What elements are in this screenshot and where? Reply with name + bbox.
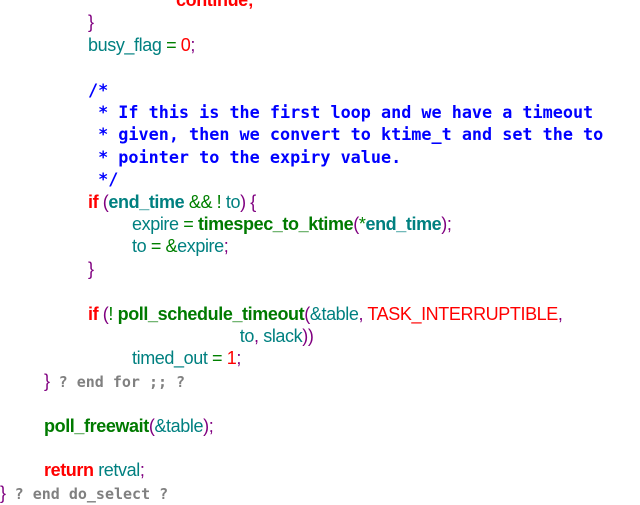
code-line[interactable]: to, slack)): [240, 325, 314, 347]
code-line[interactable]: busy_flag = 0;: [88, 34, 195, 56]
function-name: poll_freewait: [44, 415, 149, 436]
code-line[interactable]: */: [88, 168, 118, 190]
identifier: to: [225, 191, 241, 212]
code-line[interactable]: }: [88, 11, 94, 33]
punctuation: ;: [139, 460, 145, 481]
code-line[interactable]: return retval;: [44, 459, 145, 481]
punctuation: ,: [254, 326, 264, 346]
number-literal: 0: [180, 34, 191, 55]
identifier: busy_flag: [88, 34, 162, 55]
code-line[interactable]: }: [88, 258, 94, 280]
identifier: end_time: [365, 214, 442, 234]
code-line[interactable]: timed_out = 1;: [132, 347, 241, 369]
operator: && !: [184, 191, 226, 212]
punctuation: );: [203, 415, 214, 436]
punctuation: ,: [557, 303, 563, 324]
comment: * given, then we convert to ktime_t and …: [88, 124, 604, 145]
punctuation: ) {: [240, 191, 256, 212]
code-line[interactable]: } ? end for ;; ?: [44, 370, 185, 392]
operator: =: [207, 348, 227, 369]
code-line[interactable]: continue;: [176, 0, 254, 11]
identifier: slack: [263, 326, 303, 346]
keyword: continue;: [176, 0, 254, 10]
keyword: return: [44, 460, 94, 481]
identifier: &table: [309, 303, 359, 324]
number-literal: 1: [226, 348, 237, 369]
punctuation: ;: [236, 348, 242, 369]
comment: * pointer to the expiry value.: [88, 146, 402, 167]
identifier: to: [132, 236, 147, 257]
identifier: retval: [93, 460, 140, 481]
code-line[interactable]: if (! poll_schedule_timeout(&table, TASK…: [88, 303, 563, 325]
punctuation: }: [88, 258, 94, 279]
punctuation: )): [302, 326, 314, 346]
identifier: timed_out: [132, 348, 208, 369]
code-line[interactable]: * given, then we convert to ktime_t and …: [88, 123, 603, 145]
punctuation: ;: [223, 236, 229, 257]
code-line[interactable]: expire = timespec_to_ktime(*end_time);: [132, 213, 452, 235]
identifier: &table: [154, 415, 204, 436]
comment: */: [88, 169, 119, 190]
code-line[interactable]: * If this is the first loop and we have …: [88, 101, 593, 123]
punctuation: (: [98, 191, 109, 212]
code-line[interactable]: /*: [88, 79, 108, 101]
punctuation: );: [441, 214, 452, 234]
keyword: if: [88, 191, 99, 212]
end-marker-comment: ? end do_select ?: [5, 484, 169, 503]
operator: =: [161, 34, 181, 55]
function-name: timespec_to_ktime: [197, 214, 354, 234]
identifier: expire: [132, 214, 179, 234]
keyword: if: [88, 303, 99, 324]
comment: * If this is the first loop and we have …: [88, 102, 594, 122]
function-name: poll_schedule_timeout: [117, 303, 305, 324]
code-editor[interactable]: continue;} busy_flag = 0;/* * If this is …: [0, 0, 640, 504]
operator: !: [108, 303, 118, 324]
identifier: end_time: [108, 191, 185, 212]
code-line[interactable]: poll_freewait(&table);: [44, 415, 214, 437]
code-line[interactable]: * pointer to the expiry value.: [88, 146, 401, 168]
code-line[interactable]: } ? end do_select ?: [0, 482, 168, 504]
code-line[interactable]: to = &expire;: [132, 235, 229, 257]
identifier: to: [239, 326, 255, 346]
operator: = &: [146, 236, 178, 257]
code-line[interactable]: if (end_time && ! to) {: [88, 191, 256, 213]
punctuation: (: [98, 303, 109, 324]
end-marker-comment: ? end for ;; ?: [49, 372, 186, 391]
operator: =: [178, 214, 198, 234]
punctuation: }: [88, 12, 94, 33]
identifier: expire: [177, 236, 224, 257]
constant: TASK_INTERRUPTIBLE: [367, 303, 558, 324]
comment: /*: [88, 79, 109, 100]
punctuation: ;: [190, 34, 196, 55]
